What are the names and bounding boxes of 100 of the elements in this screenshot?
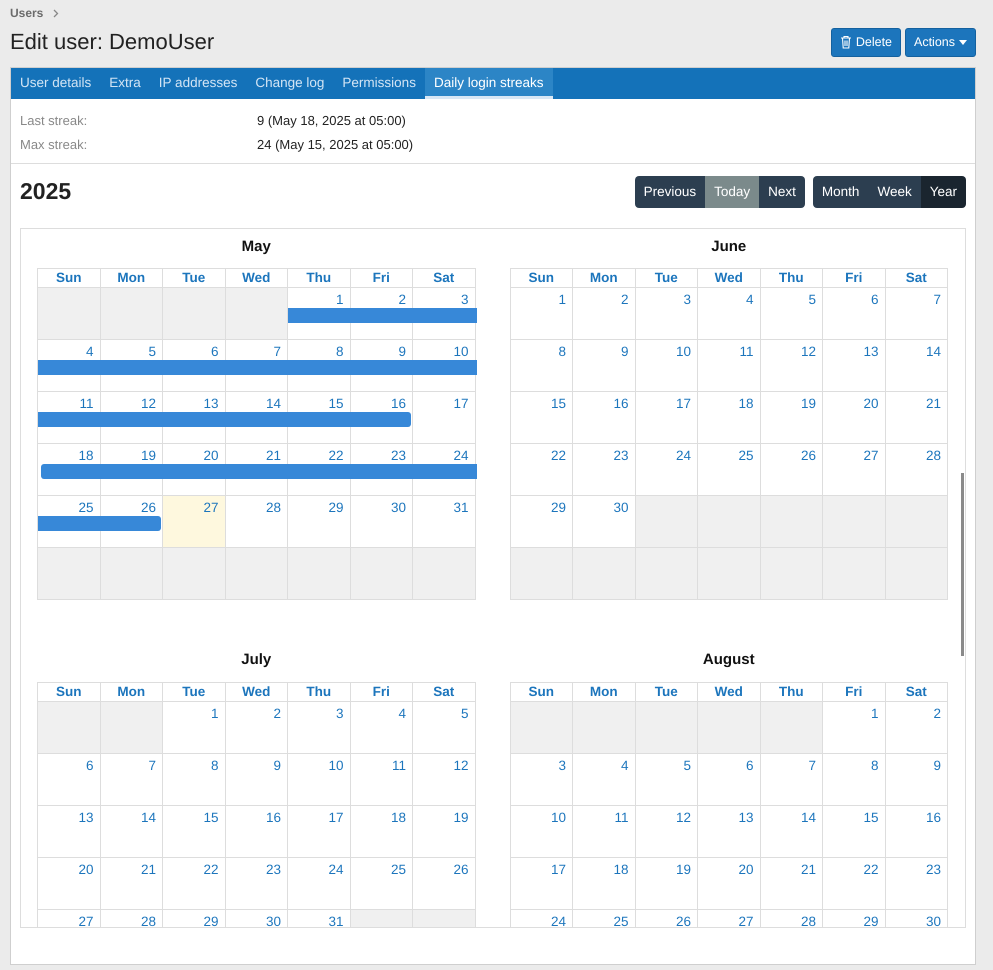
day-number[interactable]: 28: [140, 914, 156, 927]
day-number[interactable]: 18: [390, 810, 406, 825]
day-number[interactable]: 6: [210, 344, 218, 360]
day-number[interactable]: 8: [558, 344, 566, 360]
day-number[interactable]: 26: [800, 448, 816, 464]
day-number[interactable]: 21: [800, 862, 816, 877]
day-number[interactable]: 12: [676, 810, 691, 825]
day-number[interactable]: 22: [550, 448, 566, 464]
day-number[interactable]: 26: [140, 500, 156, 516]
day-number[interactable]: 19: [453, 810, 468, 825]
day-number[interactable]: 29: [550, 500, 566, 516]
streak-bar-segment[interactable]: [38, 516, 102, 532]
actions-dropdown-button[interactable]: Actions: [905, 28, 976, 57]
day-number[interactable]: 6: [870, 292, 878, 308]
day-number[interactable]: 17: [550, 862, 566, 877]
delete-button[interactable]: Delete: [830, 28, 901, 57]
day-number[interactable]: 3: [558, 758, 566, 773]
tab[interactable]: Extra: [100, 68, 150, 99]
day-number[interactable]: 23: [613, 448, 628, 464]
streak-bar-segment[interactable]: [350, 412, 411, 428]
day-number[interactable]: 10: [453, 344, 468, 360]
day-number[interactable]: 29: [203, 914, 218, 927]
day-number[interactable]: 17: [676, 396, 691, 412]
day-number[interactable]: 23: [390, 448, 406, 464]
day-number[interactable]: 23: [926, 862, 941, 877]
day-number[interactable]: 14: [800, 810, 816, 825]
breadcrumb-link[interactable]: Users: [10, 4, 44, 22]
day-number[interactable]: 10: [550, 810, 566, 825]
calendar-nav-button[interactable]: Previous: [634, 176, 706, 208]
day-number[interactable]: 20: [738, 862, 754, 877]
day-number[interactable]: 7: [933, 292, 941, 308]
day-number[interactable]: 5: [808, 292, 816, 308]
day-number[interactable]: 29: [328, 500, 344, 516]
day-number[interactable]: 11: [739, 344, 754, 360]
day-number[interactable]: 3: [336, 706, 344, 721]
day-number[interactable]: 27: [863, 448, 878, 464]
streak-bar-segment[interactable]: [100, 516, 161, 532]
day-number[interactable]: 31: [453, 500, 468, 516]
streak-bar-segment[interactable]: [41, 464, 102, 480]
day-number[interactable]: 30: [613, 500, 628, 516]
calendar-nav-button[interactable]: Next: [759, 176, 805, 208]
day-number[interactable]: 2: [620, 292, 628, 308]
streak-bar-segment[interactable]: [413, 464, 476, 480]
scrollbar-thumb[interactable]: [961, 472, 964, 656]
streak-bar-segment[interactable]: [38, 412, 102, 428]
day-number[interactable]: 24: [676, 448, 691, 464]
day-number[interactable]: 13: [738, 810, 754, 825]
day-number[interactable]: 26: [676, 914, 691, 927]
view-button[interactable]: Week: [868, 176, 921, 208]
day-number[interactable]: 6: [86, 758, 94, 773]
day-number[interactable]: 9: [273, 758, 281, 773]
tab[interactable]: Permissions: [333, 68, 425, 99]
streak-bar-segment[interactable]: [38, 360, 102, 376]
day-number[interactable]: 24: [550, 914, 566, 927]
day-number[interactable]: 25: [78, 500, 94, 516]
day-number[interactable]: 1: [336, 292, 344, 308]
day-number[interactable]: 5: [460, 706, 468, 721]
day-number[interactable]: 9: [933, 758, 941, 773]
day-number[interactable]: 25: [613, 914, 628, 927]
day-number[interactable]: 16: [926, 810, 941, 825]
day-number[interactable]: 10: [676, 344, 691, 360]
day-number[interactable]: 22: [863, 862, 878, 877]
day-number[interactable]: 15: [203, 810, 218, 825]
day-number[interactable]: 16: [390, 396, 406, 412]
day-number[interactable]: 7: [273, 344, 281, 360]
day-number[interactable]: 21: [140, 862, 156, 877]
day-number[interactable]: 27: [738, 914, 754, 927]
day-number[interactable]: 27: [78, 914, 94, 927]
day-number[interactable]: 4: [746, 292, 754, 308]
day-number[interactable]: 17: [328, 810, 344, 825]
day-number[interactable]: 11: [79, 396, 94, 412]
day-number[interactable]: 11: [392, 758, 406, 773]
day-number[interactable]: 2: [933, 706, 941, 721]
day-number[interactable]: 3: [683, 292, 691, 308]
day-number[interactable]: 15: [863, 810, 878, 825]
day-number[interactable]: 3: [460, 292, 468, 308]
day-number[interactable]: 7: [808, 758, 816, 773]
day-number[interactable]: 5: [148, 344, 156, 360]
day-number[interactable]: 30: [926, 914, 941, 927]
day-number[interactable]: 1: [210, 706, 218, 721]
day-number[interactable]: 4: [86, 344, 94, 360]
day-number[interactable]: 24: [453, 448, 468, 464]
day-number[interactable]: 10: [328, 758, 344, 773]
day-number[interactable]: 1: [870, 706, 878, 721]
day-number[interactable]: 12: [800, 344, 816, 360]
day-number[interactable]: 17: [453, 396, 468, 412]
day-number[interactable]: 28: [266, 500, 281, 516]
day-number[interactable]: 4: [620, 758, 628, 773]
day-number[interactable]: 8: [336, 344, 344, 360]
day-number[interactable]: 22: [328, 448, 344, 464]
day-number[interactable]: 20: [203, 448, 218, 464]
day-number[interactable]: 12: [453, 758, 468, 773]
day-number[interactable]: 14: [140, 810, 156, 825]
day-number[interactable]: 1: [558, 292, 566, 308]
day-number[interactable]: 21: [926, 396, 941, 412]
day-number[interactable]: 20: [863, 396, 878, 412]
day-number[interactable]: 8: [870, 758, 878, 773]
day-number[interactable]: 27: [203, 500, 218, 516]
day-number[interactable]: 6: [746, 758, 754, 773]
day-number[interactable]: 15: [328, 396, 344, 412]
